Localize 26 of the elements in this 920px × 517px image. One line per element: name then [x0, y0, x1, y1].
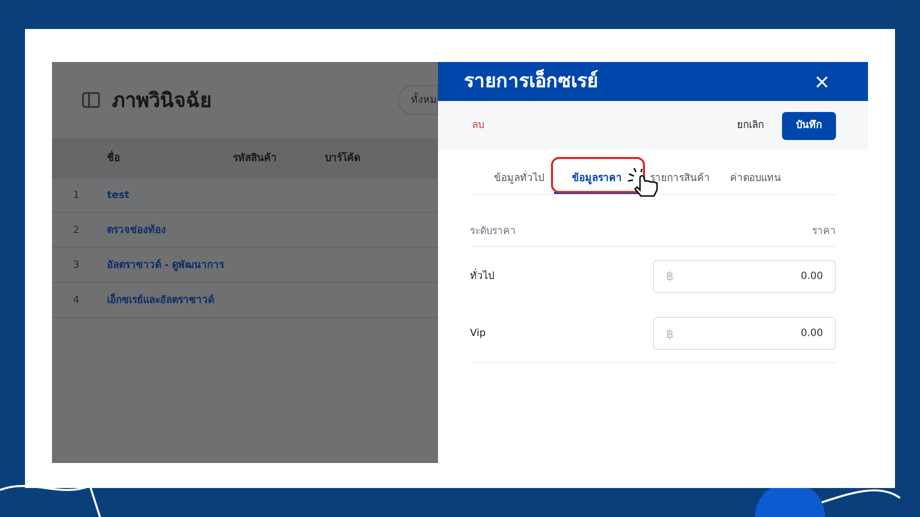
price-field[interactable]: ฿ 0.00	[653, 260, 836, 292]
delete-button[interactable]: ลบ	[472, 118, 484, 133]
row-number: 1	[73, 188, 80, 202]
tab[interactable]: ข้อมูลทั่วไป	[484, 164, 554, 194]
baht-symbol: ฿	[666, 326, 674, 342]
price-level-label: Vip	[470, 327, 486, 341]
baht-symbol: ฿	[666, 268, 674, 285]
price-value: 0.00	[800, 327, 823, 341]
page-title: ภาพวินิจฉัย	[112, 87, 212, 114]
column-header: ราคา	[812, 225, 836, 239]
column-header: รหัสสินค้า	[233, 151, 278, 166]
cancel-button[interactable]: ยกเลิก	[737, 118, 764, 133]
tab[interactable]: ค่าตอบแทน	[720, 164, 791, 194]
save-button[interactable]: บันทึก	[782, 112, 836, 140]
close-icon[interactable]	[816, 76, 828, 88]
price-field[interactable]: ฿ 0.00	[653, 317, 836, 350]
price-value: 0.00	[800, 270, 823, 284]
column-header: ชื่อ	[107, 150, 121, 166]
row-number: 3	[73, 258, 80, 272]
price-level-label: ทั่วไป	[470, 268, 494, 284]
column-header: ระดับราคา	[470, 225, 516, 239]
panel-title: รายการเอ็กซเรย์	[464, 68, 598, 94]
row-number: 2	[73, 224, 80, 238]
sidebar-icon	[82, 92, 100, 108]
row-number: 4	[73, 294, 80, 308]
column-header: บาร์โค้ด	[325, 150, 360, 166]
